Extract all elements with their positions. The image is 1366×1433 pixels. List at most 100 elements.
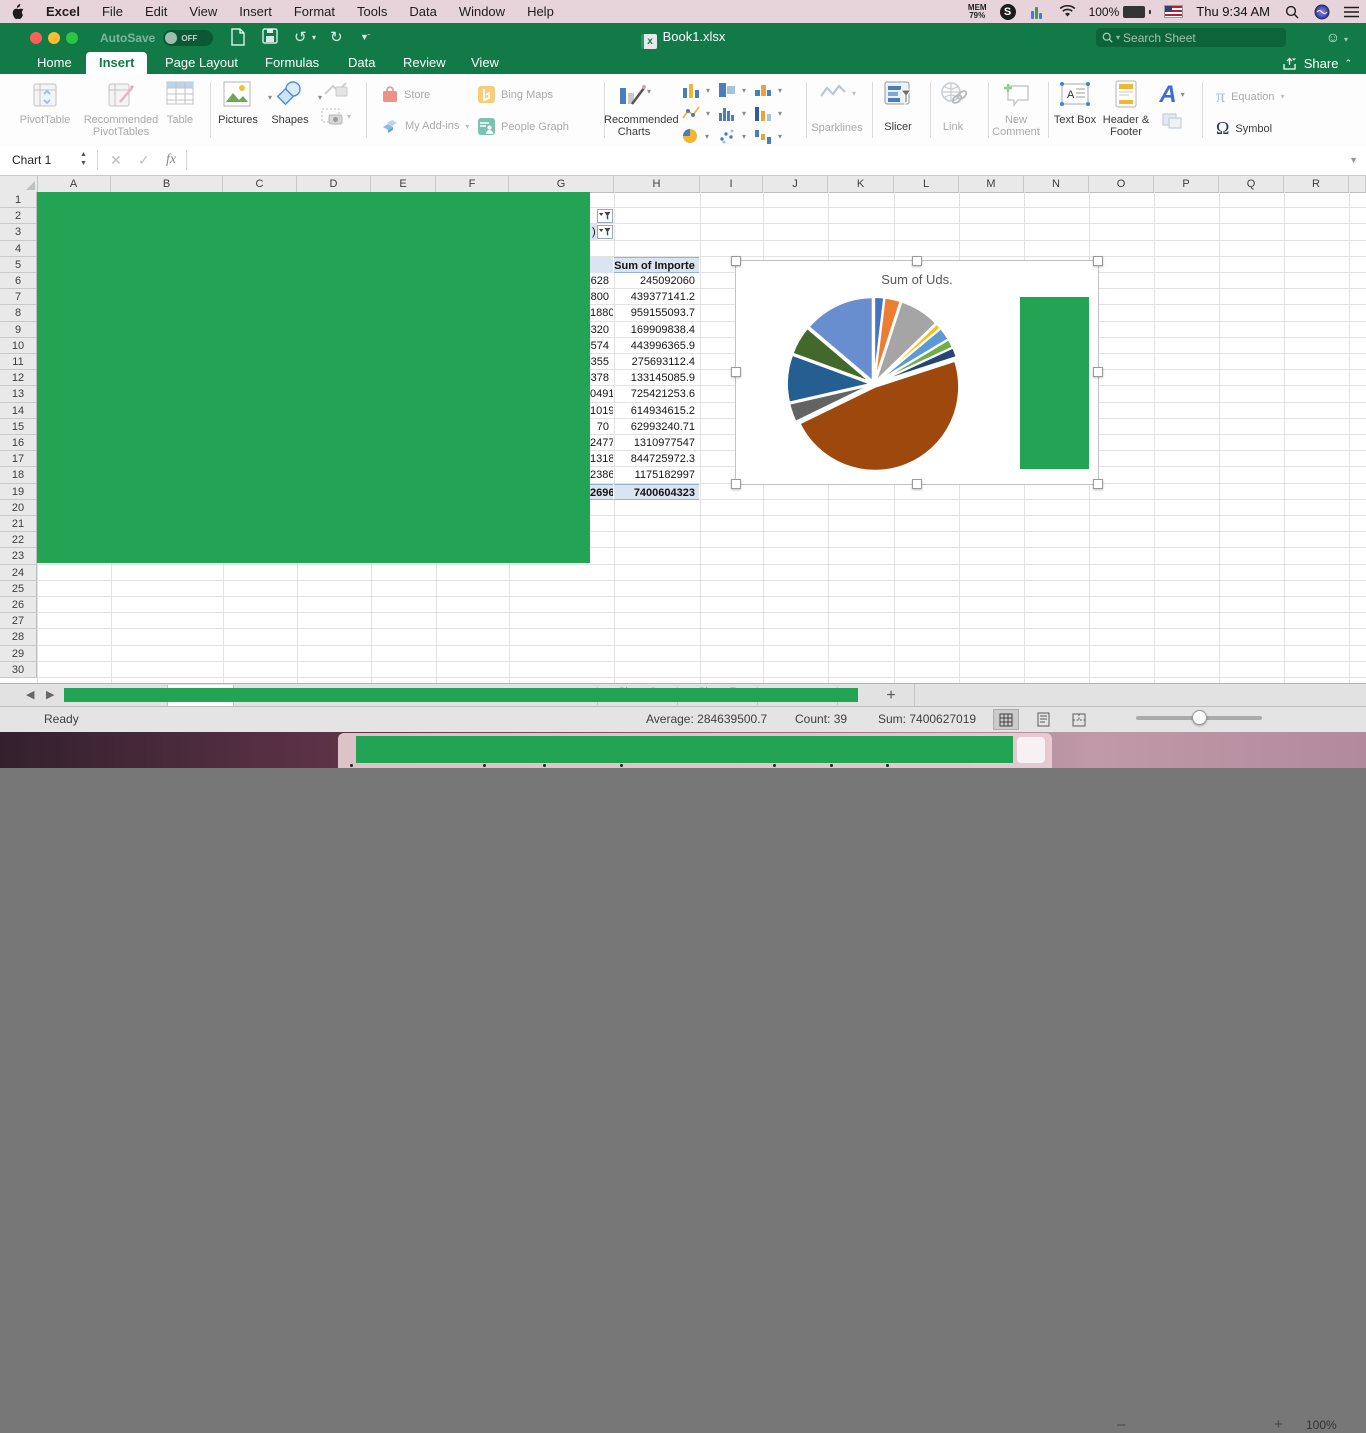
tab-home[interactable]: Home	[24, 52, 85, 74]
pivot-value[interactable]: 959155093.7	[614, 305, 699, 321]
column-header-B[interactable]: B	[111, 176, 223, 192]
column-header-K[interactable]: K	[828, 176, 894, 192]
row-header-18[interactable]: 18	[0, 467, 37, 484]
insert-bar-chart-button[interactable]: ▾	[718, 82, 746, 98]
green-rectangle-shape-on-chart[interactable]	[1020, 297, 1089, 469]
pivot-row-label[interactable]: 1318	[590, 451, 613, 467]
name-box[interactable]: Chart 1	[0, 146, 88, 174]
siri-icon[interactable]	[1313, 3, 1330, 20]
row-header-28[interactable]: 28	[0, 629, 37, 646]
zoom-percentage[interactable]: 100%	[1306, 1418, 1337, 1432]
equation-dropdown-icon[interactable]: ▾	[1281, 92, 1285, 101]
zoom-in-button[interactable]: +	[1274, 1416, 1283, 1433]
selection-handle[interactable]	[1093, 256, 1103, 266]
row-header-1[interactable]: 1	[0, 192, 37, 209]
selection-handle[interactable]	[912, 256, 922, 266]
pivot-value[interactable]: 62993240.71	[614, 419, 699, 435]
name-box-stepper[interactable]: ▲ ▼	[80, 150, 87, 168]
formula-input[interactable]	[190, 146, 1346, 174]
pivot-value[interactable]: 169909838.4	[614, 322, 699, 338]
row-header-7[interactable]: 7	[0, 289, 37, 306]
pivot-row-label[interactable]: 0491	[590, 386, 613, 402]
pivot-value[interactable]: 1310977547	[614, 435, 699, 451]
pivot-header-sum-of-importe[interactable]: Sum of Importe	[614, 256, 699, 273]
dock-item[interactable]	[1017, 737, 1045, 763]
column-header-M[interactable]: M	[959, 176, 1024, 192]
pivottable-button[interactable]: PivotTable	[12, 80, 78, 126]
row-header-14[interactable]: 14	[0, 402, 37, 419]
recommended-charts-button[interactable]: ▾ Recommended Charts	[604, 80, 679, 138]
input-language-flag-icon[interactable]	[1164, 5, 1184, 18]
column-header-E[interactable]: E	[371, 176, 436, 192]
worksheet-grid[interactable]: A B C D E F G H I J K L M N O P Q R 1 2 3 4 5 6 7 8 9 10 11 12 13 14 15 1…	[0, 176, 1366, 683]
menu-item-help[interactable]: Help	[516, 4, 565, 19]
link-button[interactable]: Link	[932, 80, 974, 133]
row-header-8[interactable]: 8	[0, 305, 37, 322]
row-header-22[interactable]: 22	[0, 532, 37, 549]
insert-function-button[interactable]: fx	[166, 146, 176, 174]
menu-item-tools[interactable]: Tools	[346, 4, 398, 19]
tab-review[interactable]: Review	[390, 52, 459, 74]
row-header-24[interactable]: 24	[0, 564, 37, 581]
column-header-R[interactable]: R	[1284, 176, 1349, 192]
pivot-row-label[interactable]: 800	[590, 289, 613, 305]
row-header-2[interactable]: 2	[0, 208, 37, 225]
pivot-total-value[interactable]: 7400604323	[614, 483, 699, 500]
column-header-partial[interactable]	[1349, 176, 1366, 192]
pivot-total-label[interactable]: 2696	[590, 483, 613, 500]
insert-step-chart-button[interactable]: ▾	[754, 82, 782, 98]
row-header-30[interactable]: 30	[0, 661, 37, 678]
row-header-3[interactable]: 3	[0, 224, 37, 241]
skype-icon[interactable]: S	[999, 3, 1016, 20]
pivot-value[interactable]: 725421253.6	[614, 386, 699, 402]
green-rectangle-shape-tabs[interactable]	[64, 688, 858, 702]
selection-handle[interactable]	[731, 256, 741, 266]
row-header-21[interactable]: 21	[0, 516, 37, 533]
green-rectangle-shape[interactable]	[37, 192, 590, 563]
search-scope-dropdown-icon[interactable]: ▾	[1116, 33, 1120, 42]
my-addins-button[interactable]: My Add-ins ▾	[382, 118, 469, 134]
pivot-row-label[interactable]: 2386	[590, 467, 613, 483]
store-button[interactable]: Store	[382, 86, 430, 103]
row-header-23[interactable]: 23	[0, 548, 37, 565]
pivot-filter-field-suffix[interactable]: )	[590, 224, 597, 241]
row-header-4[interactable]: 4	[0, 240, 37, 257]
chart-title[interactable]: Sum of Uds.	[736, 272, 1098, 287]
column-header-H[interactable]: H	[614, 176, 700, 192]
pivot-value[interactable]: 1175182997	[614, 467, 699, 483]
feedback-smiley-icon[interactable]: ☺ ▾	[1326, 29, 1348, 45]
selection-handle[interactable]	[1093, 367, 1103, 377]
selection-handle[interactable]	[1093, 479, 1103, 489]
menu-item-file[interactable]: File	[91, 4, 134, 19]
row-header-11[interactable]: 11	[0, 354, 37, 371]
column-header-N[interactable]: N	[1024, 176, 1089, 192]
insert-scatter-chart-button[interactable]: ▾	[718, 128, 746, 144]
zoom-out-button[interactable]: –	[1117, 1416, 1125, 1433]
row-header-15[interactable]: 15	[0, 418, 37, 435]
shapes-button[interactable]: Shapes ▾	[266, 80, 322, 126]
column-header-G[interactable]: G	[509, 176, 614, 192]
smartart-button[interactable]: ▾	[318, 80, 354, 128]
row-header-27[interactable]: 27	[0, 613, 37, 630]
tab-page-layout[interactable]: Page Layout	[152, 52, 251, 74]
header-footer-button[interactable]: Header & Footer	[1100, 80, 1152, 138]
tab-insert[interactable]: Insert	[86, 52, 148, 74]
pivot-row-label[interactable]: 1880	[590, 305, 613, 321]
menu-item-insert[interactable]: Insert	[228, 4, 283, 19]
notification-center-icon[interactable]	[1343, 3, 1360, 20]
search-sheet-input[interactable]: ▾ Search Sheet	[1096, 28, 1286, 47]
insert-column-chart-button[interactable]: ▾	[682, 82, 710, 98]
pivot-value[interactable]: 245092060	[614, 273, 699, 289]
share-button[interactable]: Share ⌃	[1283, 52, 1352, 74]
symbol-button[interactable]: Ω Symbol	[1216, 118, 1272, 139]
prev-sheet-arrow[interactable]: ◀	[26, 688, 34, 701]
enter-button[interactable]: ✓	[138, 146, 150, 174]
pivot-filter-button[interactable]	[597, 225, 613, 240]
column-header-A[interactable]: A	[37, 176, 111, 192]
column-header-D[interactable]: D	[297, 176, 371, 192]
people-graph-button[interactable]: People Graph	[478, 118, 569, 135]
row-header-19[interactable]: 19	[0, 483, 37, 500]
formula-bar-expand-icon[interactable]: ▼	[1349, 146, 1358, 174]
pivot-value[interactable]: 443996365.9	[614, 338, 699, 354]
zoom-slider-thumb[interactable]	[1192, 710, 1207, 725]
